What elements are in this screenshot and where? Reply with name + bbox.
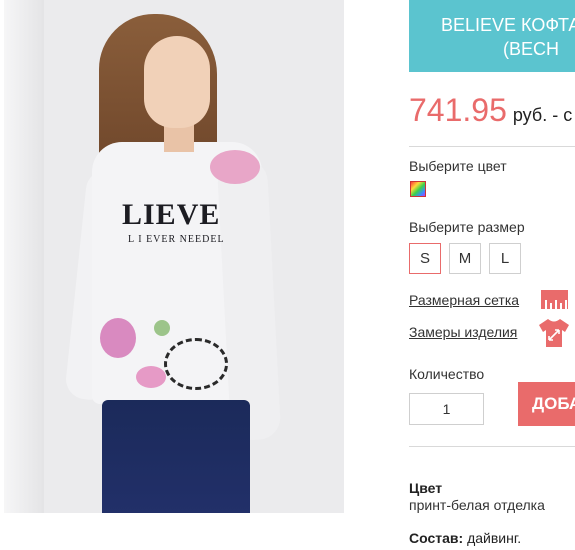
photo-jeans — [102, 400, 250, 513]
color-select-label: Выберите цвет — [409, 158, 507, 174]
spec-composition: Состав: дайвинг. — [409, 530, 521, 546]
size-option-l[interactable]: L — [489, 243, 521, 274]
sweater-print-text: LIEVE — [122, 198, 221, 231]
quantity-input[interactable] — [409, 393, 484, 425]
quantity-label: Количество — [409, 366, 485, 382]
spec-composition-value: дайвинг. — [467, 530, 522, 546]
sweater-print-subtext: L I EVER NEEDEL — [128, 234, 225, 245]
add-to-cart-button[interactable]: ДОБА — [518, 382, 575, 426]
spec-composition-label: Состав: — [409, 530, 464, 546]
measurements-row: Замеры изделия — [409, 324, 517, 340]
product-title-banner: BELIEVE КОФТА (ВЕСН — [409, 0, 575, 72]
sweater-stamp-graphic — [164, 338, 228, 390]
price-row: 741.95 руб. - с — [409, 92, 572, 129]
size-chart-row: Размерная сетка — [409, 292, 519, 308]
photo-flower — [154, 320, 170, 336]
product-photo[interactable]: LIEVE L I EVER NEEDEL — [4, 0, 344, 513]
photo-flower — [136, 366, 166, 388]
spec-color-value: принт-белая отделка — [409, 497, 545, 513]
product-price: 741.95 — [409, 92, 507, 128]
size-option-s[interactable]: S — [409, 243, 441, 274]
tshirt-measure-icon[interactable] — [537, 318, 571, 348]
product-title-line1: BELIEVE КОФТА — [441, 15, 575, 35]
color-swatch-icon[interactable] — [410, 181, 426, 197]
measurements-link[interactable]: Замеры изделия — [409, 324, 517, 340]
price-currency: руб. - с — [512, 105, 573, 125]
size-chart-link[interactable]: Размерная сетка — [409, 292, 519, 308]
photo-flower — [100, 318, 136, 358]
divider — [409, 446, 575, 447]
photo-face — [144, 36, 210, 128]
photo-background — [4, 0, 44, 513]
size-option-m[interactable]: M — [449, 243, 481, 274]
product-title-line2: (ВЕСН — [503, 39, 560, 59]
divider — [409, 146, 575, 147]
spec-color-label: Цвет — [409, 480, 443, 496]
ruler-icon[interactable] — [541, 290, 568, 309]
size-options: S M L — [409, 243, 521, 274]
size-select-label: Выберите размер — [409, 219, 525, 235]
photo-flower — [210, 150, 260, 184]
